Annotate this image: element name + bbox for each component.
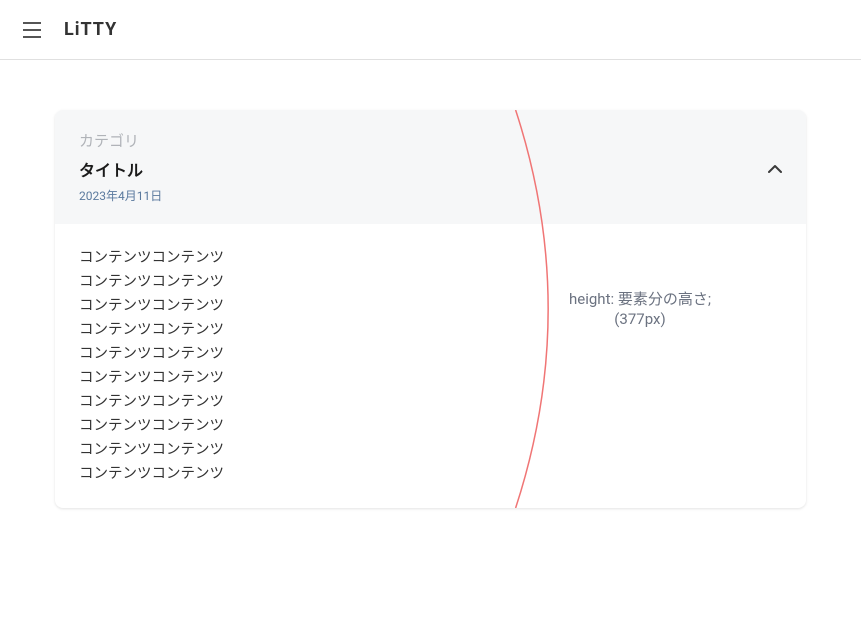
card-header-left: カテゴリ タイトル 2023年4月11日 [79,130,162,204]
category-label: カテゴリ [79,130,162,151]
content-line: コンテンツコンテンツ [79,246,782,270]
content-line: コンテンツコンテンツ [79,366,782,390]
card-title: タイトル [79,157,162,181]
content-line: コンテンツコンテンツ [79,438,782,462]
content-lines: コンテンツコンテンツコンテンツコンテンツコンテンツコンテンツコンテンツコンテンツ… [79,246,782,486]
chevron-up-icon[interactable] [768,158,782,177]
content-line: コンテンツコンテンツ [79,318,782,342]
card-body: コンテンツコンテンツコンテンツコンテンツコンテンツコンテンツコンテンツコンテンツ… [55,224,806,508]
main-content: カテゴリ タイトル 2023年4月11日 コンテンツコンテンツコンテンツコンテン… [0,60,861,558]
content-line: コンテンツコンテンツ [79,462,782,486]
content-line: コンテンツコンテンツ [79,294,782,318]
content-line: コンテンツコンテンツ [79,342,782,366]
content-line: コンテンツコンテンツ [79,390,782,414]
menu-icon[interactable] [20,18,44,42]
content-line: コンテンツコンテンツ [79,270,782,294]
logo: LiTTY [64,19,117,40]
card-date: 2023年4月11日 [79,187,162,204]
content-line: コンテンツコンテンツ [79,414,782,438]
accordion-card: カテゴリ タイトル 2023年4月11日 コンテンツコンテンツコンテンツコンテン… [55,110,806,508]
app-header: LiTTY [0,0,861,60]
card-header[interactable]: カテゴリ タイトル 2023年4月11日 [55,110,806,224]
